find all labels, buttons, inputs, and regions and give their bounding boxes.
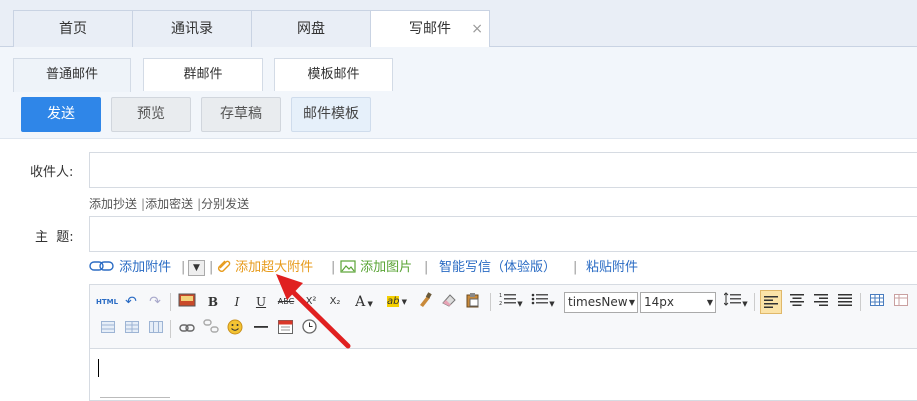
top-tab-bar: 首页 通讯录 网盘 写邮件 × xyxy=(0,0,917,48)
text-caret xyxy=(98,359,99,377)
toolbar-divider xyxy=(754,293,755,311)
toolbar-divider xyxy=(860,293,861,311)
chevron-down-icon: ▼ xyxy=(706,298,713,307)
subtab-normal-mail[interactable]: 普通邮件 xyxy=(13,58,131,92)
bold-button[interactable]: B xyxy=(206,292,220,312)
subtab-group-mail[interactable]: 群邮件 xyxy=(143,58,263,91)
line-height-button[interactable]: ▼ xyxy=(722,292,750,312)
send-button[interactable]: 发送 xyxy=(21,97,101,132)
divider: | xyxy=(424,260,429,275)
tab-contacts[interactable]: 通讯录 xyxy=(132,10,252,47)
link-icon xyxy=(89,261,114,271)
compose-header: 普通邮件 群邮件 模板邮件 发送 预览 存草稿 邮件模板 xyxy=(0,47,917,139)
recipient-label: 收件人: xyxy=(30,165,74,180)
add-cc-link[interactable]: 添加抄送 xyxy=(89,197,137,211)
format-painter-icon[interactable] xyxy=(178,292,196,312)
divider: | xyxy=(331,260,336,275)
signature-divider xyxy=(100,397,170,398)
attachment-dropdown-arrow[interactable]: ▼ xyxy=(188,260,205,276)
tab-label: 网盘 xyxy=(297,21,325,37)
bullet-list-button[interactable]: ▼ xyxy=(530,292,556,312)
tab-netdisk[interactable]: 网盘 xyxy=(251,10,371,47)
subtab-label: 普通邮件 xyxy=(45,67,98,82)
clear-format-brush-icon[interactable] xyxy=(416,292,434,312)
insert-date-icon[interactable] xyxy=(276,319,294,339)
add-attachment-link[interactable]: 添加附件 xyxy=(89,258,171,278)
ordered-list-button[interactable]: 1 2 ▼ xyxy=(498,292,524,312)
delete-table-icon[interactable] xyxy=(892,292,910,312)
html-source-button[interactable]: HTML xyxy=(96,292,118,312)
toolbar-divider xyxy=(170,293,171,311)
tab-label: 首页 xyxy=(59,21,87,37)
divider: | xyxy=(181,260,186,275)
mail-template-button[interactable]: 邮件模板 xyxy=(291,97,371,132)
editor-toolbar: HTML ↶ ↷ B I U ABC X² X₂ A ▼ ab ▼ 1 2 ▼ ▼ … xyxy=(90,285,917,349)
font-size-value: 14px xyxy=(644,295,674,309)
insert-table-icon[interactable] xyxy=(868,292,886,312)
tab-home[interactable]: 首页 xyxy=(13,10,133,47)
add-image-label: 添加图片 xyxy=(360,260,413,275)
subtab-template-mail[interactable]: 模板邮件 xyxy=(274,58,393,91)
horizontal-rule-icon[interactable] xyxy=(252,319,270,339)
highlight-glyph: ab xyxy=(386,296,400,307)
paste-attachment-link[interactable]: 粘贴附件 xyxy=(586,258,638,278)
smart-write-link[interactable]: 智能写信（体验版） xyxy=(439,258,556,278)
font-family-select[interactable]: timesNew ▼ xyxy=(564,292,638,313)
add-large-attachment-link[interactable]: 添加超大附件 xyxy=(217,258,313,278)
image-icon xyxy=(340,260,356,273)
svg-text:1: 1 xyxy=(499,293,502,299)
paste-text-icon[interactable] xyxy=(464,292,482,312)
merge-cells-icon[interactable] xyxy=(100,319,116,339)
svg-text:2: 2 xyxy=(499,301,502,306)
tab-compose[interactable]: 写邮件 × xyxy=(370,10,490,48)
insert-time-icon[interactable] xyxy=(300,319,318,339)
font-size-select[interactable]: 14px ▼ xyxy=(640,292,716,313)
subscript-button[interactable]: X₂ xyxy=(326,292,344,312)
add-image-link[interactable]: 添加图片 xyxy=(340,258,412,278)
italic-button[interactable]: I xyxy=(230,292,244,312)
align-center-button[interactable] xyxy=(788,292,806,312)
redo-icon[interactable]: ↷ xyxy=(147,292,163,312)
highlight-button[interactable]: ab ▼ xyxy=(384,292,410,312)
strikethrough-button[interactable]: ABC xyxy=(276,292,296,312)
table-properties-icon[interactable] xyxy=(148,319,164,339)
add-bcc-link[interactable]: 添加密送 xyxy=(145,197,193,211)
tab-label: 通讯录 xyxy=(171,21,213,37)
eraser-icon[interactable] xyxy=(440,292,458,312)
undo-icon[interactable]: ↶ xyxy=(123,292,139,312)
underline-button[interactable]: U xyxy=(254,292,268,312)
align-right-button[interactable] xyxy=(812,292,830,312)
toolbar-divider xyxy=(490,293,491,311)
subject-input[interactable] xyxy=(89,216,917,252)
justify-button[interactable] xyxy=(836,292,854,312)
divider: | xyxy=(209,260,214,275)
font-color-button[interactable]: A ▼ xyxy=(352,292,376,312)
emoji-icon[interactable] xyxy=(226,319,244,339)
split-cells-icon[interactable] xyxy=(124,319,140,339)
font-color-glyph: A xyxy=(355,294,366,310)
chevron-down-icon: ▼ xyxy=(628,298,635,307)
add-attachment-label: 添加附件 xyxy=(119,260,172,275)
divider: | xyxy=(573,260,578,275)
tab-label: 写邮件 xyxy=(409,21,451,37)
superscript-button[interactable]: X² xyxy=(302,292,320,312)
font-family-value: timesNew xyxy=(568,295,628,309)
paperclip-icon xyxy=(218,260,231,272)
recipient-links: 添加抄送 |添加密送 |分别发送 xyxy=(89,195,249,212)
save-draft-button[interactable]: 存草稿 xyxy=(201,97,281,132)
unlink-icon[interactable] xyxy=(202,319,220,339)
align-left-button[interactable] xyxy=(760,290,782,314)
preview-button[interactable]: 预览 xyxy=(111,97,191,132)
recipient-input[interactable] xyxy=(89,152,917,188)
rich-text-editor: HTML ↶ ↷ B I U ABC X² X₂ A ▼ ab ▼ 1 2 ▼ ▼ … xyxy=(89,284,917,401)
close-icon[interactable]: × xyxy=(471,11,483,47)
subject-label: 主 题: xyxy=(35,230,74,245)
toolbar-divider xyxy=(170,320,171,338)
insert-link-icon[interactable] xyxy=(178,319,196,339)
subtab-label: 模板邮件 xyxy=(307,67,360,82)
subtab-label: 群邮件 xyxy=(183,67,223,82)
add-large-attachment-label: 添加超大附件 xyxy=(235,260,314,275)
send-separately-link[interactable]: 分别发送 xyxy=(201,197,249,211)
